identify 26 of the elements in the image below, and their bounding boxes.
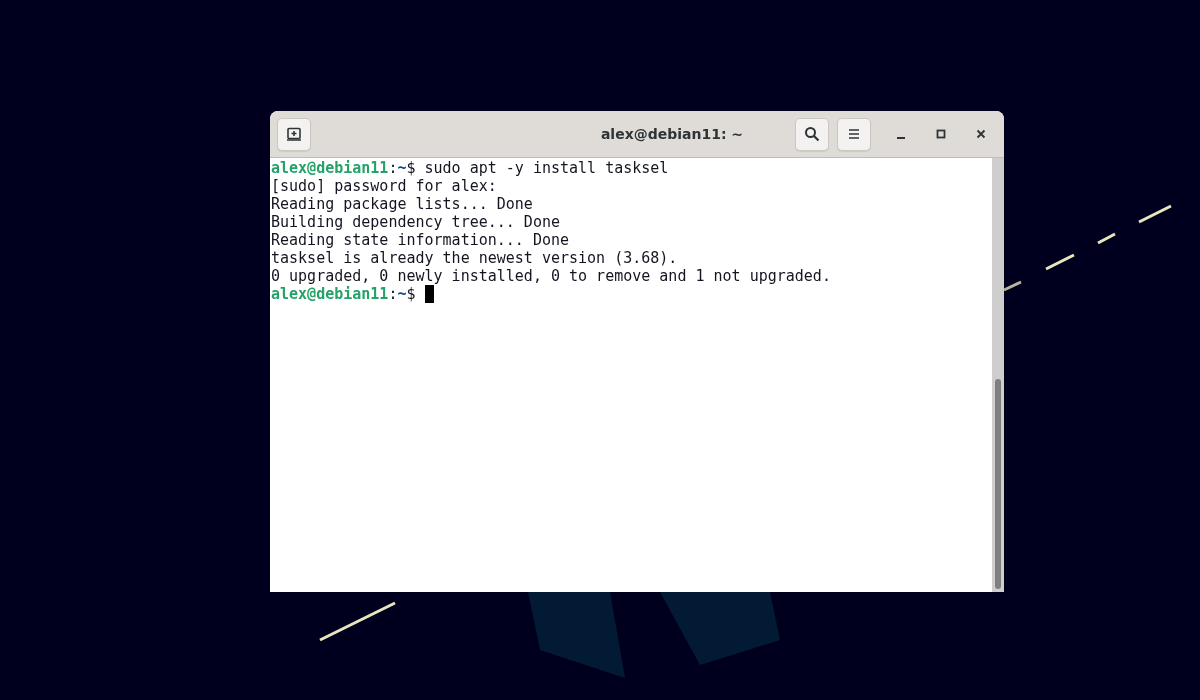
new-tab-button[interactable] — [277, 117, 311, 151]
menu-icon — [846, 126, 862, 142]
prompt-symbol: $ — [406, 285, 416, 303]
command-text: sudo apt -y install tasksel — [424, 159, 669, 177]
output-line: Building dependency tree... Done — [271, 213, 560, 231]
close-icon — [976, 129, 986, 139]
prompt-path: ~ — [397, 285, 407, 303]
output-line: 0 upgraded, 0 newly installed, 0 to remove and 1 not upgraded. — [271, 267, 831, 285]
prompt-symbol: $ — [406, 159, 416, 177]
window-title: alex@debian11: ~ — [599, 126, 745, 142]
new-tab-icon — [286, 126, 302, 142]
scrollbar-thumb[interactable] — [995, 379, 1001, 589]
maximize-icon — [936, 129, 946, 139]
prompt-user-host: alex@debian11 — [271, 285, 389, 303]
prompt-separator: : — [388, 159, 398, 177]
output-line: Reading state information... Done — [271, 231, 569, 249]
prompt-separator: : — [388, 285, 398, 303]
prompt-path: ~ — [397, 159, 407, 177]
output-line: [sudo] password for alex: — [271, 177, 497, 195]
menu-button[interactable] — [837, 117, 871, 151]
prompt-user-host: alex@debian11 — [271, 159, 389, 177]
search-button[interactable] — [795, 117, 829, 151]
minimize-icon — [896, 137, 906, 139]
output-line: Reading package lists... Done — [271, 195, 533, 213]
search-icon — [804, 126, 820, 142]
output-line: tasksel is already the newest version (3.68). — [271, 249, 678, 267]
